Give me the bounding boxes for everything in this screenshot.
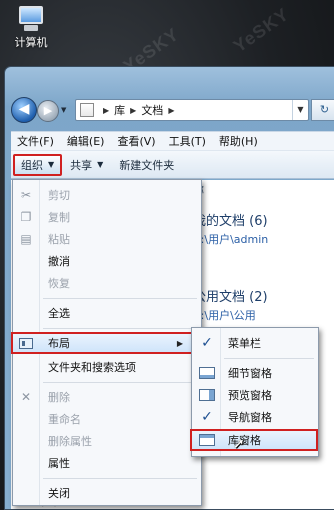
computer-icon-label: 计算机 (14, 36, 48, 49)
menu-item-label: 布局 (48, 337, 70, 350)
chevron-down-icon: ▼ (48, 160, 55, 169)
submenu-item-navigation-pane[interactable]: ✓ 导航窗格 (192, 406, 318, 428)
breadcrumb-separator-icon[interactable]: ▶ (103, 106, 109, 115)
new-folder-button[interactable]: 新建文件夹 (111, 154, 182, 176)
watermark-text: YeSKY (229, 3, 293, 57)
command-bar: 组织 ▼ 共享 ▼ 新建文件夹 (11, 151, 334, 179)
menu-item-label: 恢复 (48, 277, 70, 290)
menu-item-label: 属性 (48, 457, 70, 470)
share-button[interactable]: 共享 ▼ (62, 154, 111, 176)
breadcrumb-separator-icon[interactable]: ▶ (168, 106, 174, 115)
menu-item-label: 重命名 (48, 413, 81, 426)
forward-button[interactable]: ▶ (37, 100, 59, 122)
library-pane-icon (198, 431, 216, 449)
menu-separator (43, 478, 197, 479)
breadcrumb-separator-icon[interactable]: ▶ (130, 106, 136, 115)
organize-menu: ✂ 剪切 ❐ 复制 ▤ 粘贴 撤消 恢复 全选 布局 ▶ 文件夹和搜索选项 ✕ … (11, 179, 202, 506)
chevron-down-icon: ▼ (97, 160, 104, 169)
copy-icon: ❐ (20, 210, 32, 224)
submenu-item-label: 预览窗格 (228, 389, 272, 402)
organize-label: 组织 (21, 158, 43, 172)
check-icon: ✓ (201, 409, 213, 425)
menu-item-close[interactable]: 关闭 (13, 482, 201, 504)
submenu-item-details-pane[interactable]: 细节窗格 (192, 362, 318, 384)
menu-item-label: 删除属性 (48, 435, 92, 448)
menu-item-layout[interactable]: 布局 ▶ (11, 332, 195, 354)
menu-item-copy[interactable]: ❐ 复制 (13, 206, 201, 228)
submenu-item-label: 菜单栏 (228, 337, 261, 350)
check-icon: ✓ (201, 335, 213, 351)
submenu-item-label: 细节窗格 (228, 367, 272, 380)
menu-separator (43, 298, 197, 299)
new-folder-label: 新建文件夹 (119, 158, 175, 172)
menu-separator (43, 382, 197, 383)
layout-submenu: ✓ 菜单栏 细节窗格 预览窗格 ✓ 导航窗格 库窗格 (190, 327, 319, 457)
submenu-item-preview-pane[interactable]: 预览窗格 (192, 384, 318, 406)
mouse-cursor-icon: ➚ (233, 436, 245, 452)
menu-view[interactable]: 查看(V) (117, 133, 155, 149)
refresh-icon[interactable]: ↻ (311, 99, 334, 121)
menu-edit[interactable]: 编辑(E) (67, 133, 105, 149)
organize-button[interactable]: 组织 ▼ (13, 153, 63, 176)
library-title: 公用文档 (2) (193, 290, 268, 305)
menu-separator (224, 358, 314, 359)
menu-item-label: 全选 (48, 307, 70, 320)
menu-item-label: 撤消 (48, 255, 70, 268)
submenu-item-menubar[interactable]: ✓ 菜单栏 (192, 332, 318, 354)
menu-item-remove-properties[interactable]: 删除属性 (13, 430, 201, 452)
menu-bar: 文件(F) 编辑(E) 查看(V) 工具(T) 帮助(H) (11, 131, 334, 151)
scissors-icon: ✂ (20, 188, 32, 202)
menu-item-label: 删除 (48, 391, 70, 404)
menu-item-label: 文件夹和搜索选项 (48, 361, 136, 374)
desktop-computer-shortcut[interactable]: 计算机 (6, 6, 56, 50)
menu-item-paste[interactable]: ▤ 粘贴 (13, 228, 201, 250)
menu-item-label: 复制 (48, 211, 70, 224)
library-item[interactable]: 我的文档 (6) C:\用户\admin (193, 210, 334, 247)
library-path: C:\用户\公用 (193, 309, 256, 322)
share-label: 共享 (70, 158, 93, 172)
menu-item-label: 粘贴 (48, 233, 70, 246)
menu-item-properties[interactable]: 属性 (13, 452, 201, 474)
computer-icon (16, 6, 46, 32)
layout-icon (18, 335, 34, 351)
preview-pane-icon (198, 386, 216, 404)
delete-icon: ✕ (20, 390, 32, 404)
menu-item-cut[interactable]: ✂ 剪切 (13, 184, 201, 206)
submenu-item-label: 导航窗格 (228, 411, 272, 424)
library-icon (80, 103, 94, 117)
library-title: 我的文档 (6) (193, 214, 268, 229)
menu-item-select-all[interactable]: 全选 (13, 302, 201, 324)
menu-help[interactable]: 帮助(H) (219, 133, 258, 149)
menu-item-folder-options[interactable]: 文件夹和搜索选项 (13, 356, 201, 378)
menu-separator (43, 328, 197, 329)
menu-item-undo[interactable]: 撤消 (13, 250, 201, 272)
address-bar[interactable]: ▶ 库 ▶ 文档 ▶ ▼ (75, 99, 309, 121)
menu-item-rename[interactable]: 重命名 (13, 408, 201, 430)
paste-icon: ▤ (20, 232, 32, 246)
submenu-item-library-pane[interactable]: 库窗格 (190, 429, 318, 451)
back-button[interactable]: ◀ (11, 97, 37, 123)
library-path: C:\用户\admin (193, 233, 269, 246)
menu-item-redo[interactable]: 恢复 (13, 272, 201, 294)
library-item[interactable]: 公用文档 (2) C:\用户\公用 (193, 286, 334, 323)
menu-tools[interactable]: 工具(T) (169, 133, 206, 149)
menu-file[interactable]: 文件(F) (17, 133, 54, 149)
submenu-arrow-icon: ▶ (176, 338, 183, 348)
navigation-bar: ◀ ▶ ▼ ▶ 库 ▶ 文档 ▶ ▼ ↻ (11, 97, 334, 123)
address-dropdown-icon[interactable]: ▼ (292, 100, 308, 120)
breadcrumb-library[interactable]: 库 (114, 102, 125, 118)
menu-item-delete[interactable]: ✕ 删除 (13, 386, 201, 408)
menu-item-label: 剪切 (48, 189, 70, 202)
breadcrumb-documents[interactable]: 文档 (141, 102, 163, 118)
details-pane-icon (198, 364, 216, 382)
menu-item-label: 关闭 (48, 487, 70, 500)
history-dropdown-icon[interactable]: ▼ (61, 106, 69, 114)
